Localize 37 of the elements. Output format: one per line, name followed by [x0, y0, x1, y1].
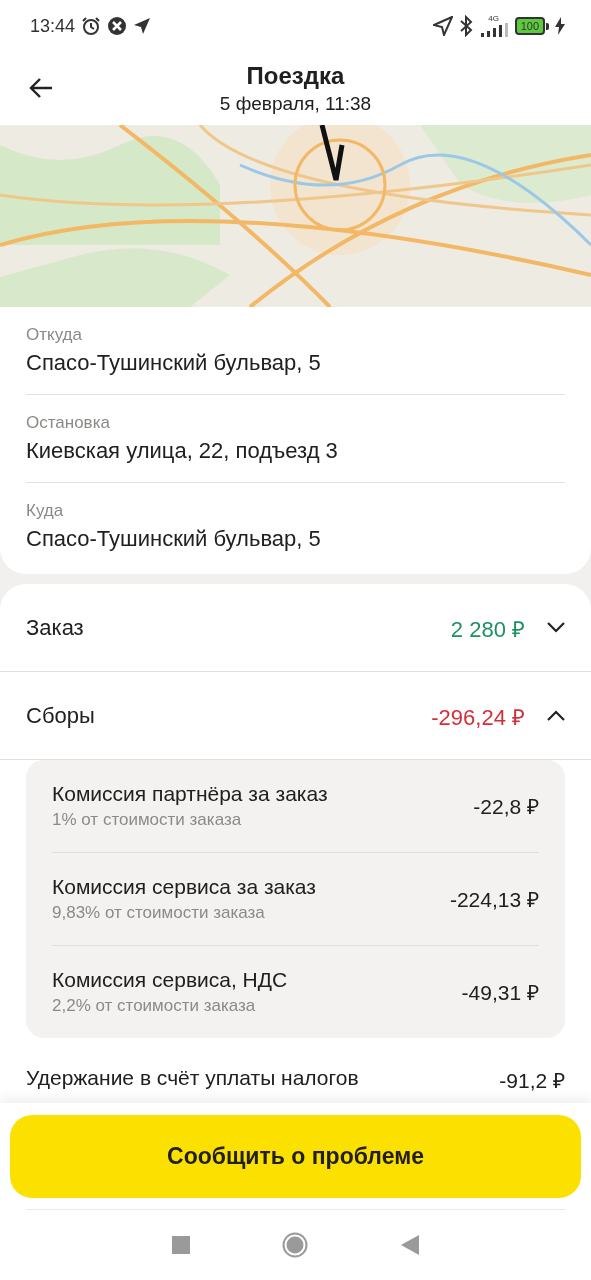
- back-nav-button[interactable]: [400, 1235, 419, 1255]
- recent-apps-button[interactable]: [172, 1236, 191, 1254]
- trip-date: 5 февраля, 11:38: [219, 93, 372, 115]
- network-type: 4G: [488, 15, 499, 23]
- location-icon: [432, 16, 453, 36]
- home-button[interactable]: [282, 1232, 309, 1258]
- route-point-label: Остановка: [26, 413, 111, 433]
- tax-label: Удержание в счёт уплаты налогов: [26, 1066, 360, 1091]
- fee-note: 2,2% от стоимости заказа: [52, 996, 257, 1016]
- section-title: Заказ: [26, 614, 85, 641]
- navigation-icon: [133, 17, 152, 35]
- fee-amount: -224,13 ₽: [449, 887, 539, 913]
- signal-icon: [478, 23, 509, 37]
- report-problem-button[interactable]: Сообщить о проблеме: [10, 1115, 581, 1198]
- section-title: Сборы: [26, 702, 96, 729]
- charging-icon: [555, 17, 565, 35]
- fee-name: Комиссия сервиса, НДС: [52, 968, 289, 992]
- bluetooth-icon: [458, 15, 473, 37]
- notification-icon: [107, 16, 128, 36]
- fee-amount: -22,8 ₽: [473, 794, 539, 820]
- clock-time: 13:44: [30, 15, 76, 37]
- fee-amount: -49,31 ₽: [461, 980, 539, 1006]
- route-address: Спасо-Тушинский бульвар, 5: [26, 526, 322, 552]
- route-address: Спасо-Тушинский бульвар, 5: [26, 350, 322, 376]
- battery-level: 100: [514, 17, 545, 35]
- section-amount: 2 280 ₽: [450, 615, 525, 643]
- route-point-label: Куда: [26, 501, 65, 521]
- fee-name: Комиссия сервиса за заказ: [52, 875, 317, 899]
- route-address: Киевская улица, 22, подъезд 3: [26, 438, 339, 464]
- fee-note: 1% от стоимости заказа: [52, 810, 243, 830]
- alarm-clock-icon: [81, 16, 102, 36]
- tax-amount: -91,2 ₽: [499, 1068, 565, 1094]
- section-amount: -296,24 ₽: [431, 703, 525, 731]
- screen-title: Поездка: [246, 62, 345, 90]
- fee-note: 9,83% от стоимости заказа: [52, 903, 266, 923]
- route-point-label: Откуда: [26, 325, 83, 345]
- fee-name: Комиссия партнёра за заказ: [52, 782, 329, 806]
